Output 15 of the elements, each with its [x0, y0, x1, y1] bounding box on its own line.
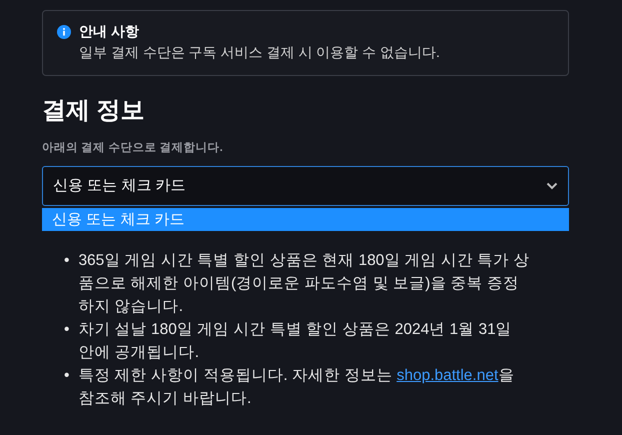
bullet: •	[64, 251, 70, 272]
link[interactable]: shop.battle.net	[396, 367, 498, 384]
bullet: •	[64, 320, 70, 340]
note-text: 365일 게임 시간 특별 할인 상품은 현재 180일 게임 시간 특가 상품으로 해제한 아이템(경이로운 파도수염 및 보글)을 중복 증정하지 않습니다.	[78, 251, 530, 318]
dropdown-option[interactable]: 신용 또는 체크 카드	[42, 208, 569, 232]
info-icon	[57, 25, 71, 39]
bullet: •	[64, 366, 70, 386]
note-text: 특정 제한 사항이 적용됩니다. 자세한 정보는 shop.battle.net을 참조해 주시기 바랍니다.	[78, 366, 516, 410]
section-heading: 결제 정보	[42, 96, 146, 126]
notice-title: 안내 사항	[79, 22, 140, 41]
payment-select[interactable]: 신용 또는 체크 카드	[42, 166, 569, 206]
notice-message: 일부 결제 수단은 구독 서비스 결제 시 이용할 수 없습니다.	[79, 43, 440, 62]
note-text: 차기 설날 180일 게임 시간 특별 할인 상품은 2024년 1월 31일 안에 공개됩니다.	[78, 320, 513, 364]
field-label: 아래의 결제 수단으로 결제합니다.	[42, 141, 224, 156]
chevron-down-icon	[546, 182, 558, 190]
